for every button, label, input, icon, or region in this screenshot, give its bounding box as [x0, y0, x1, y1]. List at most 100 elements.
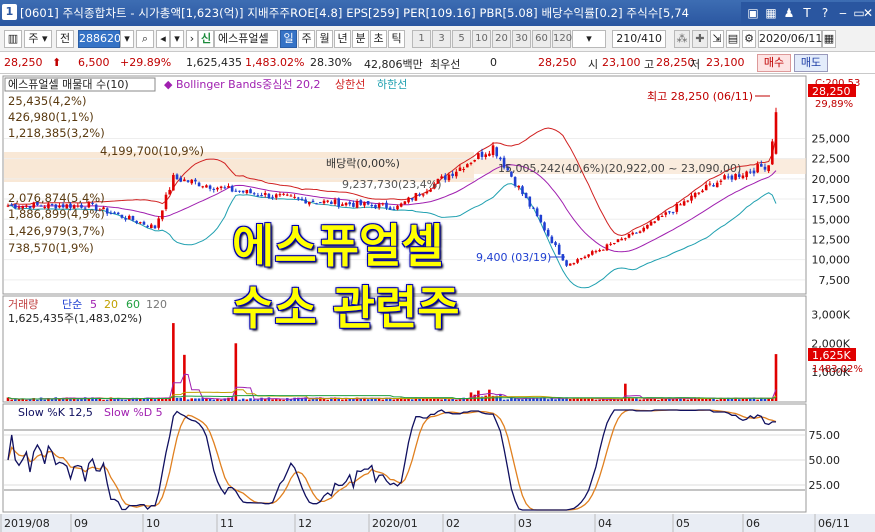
candle-body [113, 212, 116, 214]
candle-body [572, 263, 576, 265]
volume-ma-60: 60 [126, 298, 140, 311]
volume-bar [205, 398, 208, 401]
candle-body [627, 233, 631, 238]
candle-body [532, 207, 535, 209]
interval-button-5[interactable]: 5 [452, 30, 471, 48]
arrow-icon[interactable]: › [186, 30, 198, 48]
candle-body [212, 188, 216, 190]
interval-button-1[interactable]: 1 [412, 30, 431, 48]
candle-body [583, 256, 587, 259]
period-tab-2[interactable]: 월 [316, 30, 333, 48]
mid-overlap-annotation: 9,237,730(23,4%) [342, 178, 442, 191]
interval-button-3[interactable]: 3 [432, 30, 451, 48]
x-tick-label: 2020/01 [372, 517, 418, 530]
volume-bar [664, 398, 668, 401]
dropdown-icon[interactable]: ▾ [170, 30, 184, 48]
volume-bar [366, 399, 370, 401]
candle-body [216, 187, 219, 190]
candle-body [642, 227, 646, 232]
candle-body [241, 190, 245, 193]
candle-body [455, 171, 458, 177]
candle-body [109, 212, 113, 214]
link-icon[interactable]: ▣ [745, 5, 761, 21]
period-tab-6[interactable]: 틱 [388, 30, 405, 48]
volume-bar [326, 399, 329, 401]
candle-body [322, 200, 326, 204]
candle-body [194, 179, 197, 182]
interval-dropdown[interactable]: ▾ [572, 30, 606, 48]
volume-bar [521, 399, 524, 401]
interval-button-120[interactable]: 120 [552, 30, 572, 48]
volume-bar [458, 399, 462, 401]
period-tab-0[interactable]: 일 [280, 30, 297, 48]
volume-bar [568, 398, 572, 401]
candle-body [601, 249, 605, 251]
candle-body [333, 199, 337, 204]
calendar-icon[interactable]: ▦ [822, 30, 836, 48]
sell-button[interactable]: 매도 [794, 54, 828, 72]
volume-ma-5: 5 [90, 298, 97, 311]
code-dropdown-icon[interactable]: ▾ [120, 30, 134, 48]
interval-button-30[interactable]: 30 [512, 30, 531, 48]
volume-bar [737, 399, 741, 401]
grid-tool-icon[interactable]: ⁂ [674, 30, 690, 48]
person-icon[interactable]: ♟ [781, 5, 797, 21]
candle-body [127, 215, 131, 220]
plus-icon[interactable]: ✚ [692, 30, 708, 48]
stock-name-field[interactable]: 에스퓨얼셀 [214, 30, 278, 48]
volume-bar [256, 399, 260, 401]
volume-bar [153, 399, 157, 401]
prev-button[interactable]: 전 [56, 30, 74, 48]
interval-button-10[interactable]: 10 [472, 30, 491, 48]
volume-bar [502, 399, 506, 401]
volume-bar [219, 399, 223, 401]
volume-bar [631, 398, 634, 401]
price-tick-label: 25,000 [812, 132, 851, 145]
candle-body [344, 202, 348, 206]
volume-bar [105, 399, 109, 401]
expand-icon[interactable]: ⇲ [710, 30, 724, 48]
date-field[interactable]: 2020/06/11 [758, 30, 822, 48]
help-icon[interactable]: ? [817, 5, 833, 21]
open-price: 23,100 [602, 56, 641, 69]
candle-body [168, 189, 171, 195]
volume-bar [587, 398, 590, 401]
x-tick-label: 12 [298, 517, 312, 530]
low-price: 23,100 [706, 56, 745, 69]
profile-label: 1,886,899(4,9%) [8, 207, 105, 221]
overlay-title: 에스퓨얼셀 [232, 219, 444, 273]
volume-bar [194, 398, 197, 401]
candle-body [285, 194, 289, 196]
minimize-icon[interactable]: ‒ [835, 5, 851, 21]
candle-body [693, 192, 697, 198]
candle-body [590, 251, 594, 255]
new-badge[interactable]: 신 [198, 30, 214, 48]
search-icon[interactable]: ⌕ [136, 30, 154, 48]
candle-body [587, 254, 590, 257]
candle-body [355, 200, 359, 208]
grid-icon[interactable]: ▦ [763, 5, 779, 21]
period-tab-1[interactable]: 주 [298, 30, 315, 48]
market-select[interactable]: 주 ▾ [24, 30, 52, 48]
code-input[interactable]: 288620 [78, 30, 121, 48]
gear-icon[interactable]: ⚙ [742, 30, 756, 48]
interval-button-60[interactable]: 60 [532, 30, 551, 48]
candle-body [278, 194, 282, 196]
page-count-field[interactable]: 210/410 [612, 30, 666, 48]
volume-bar [234, 343, 238, 401]
candle-body [410, 198, 414, 200]
period-tab-4[interactable]: 분 [352, 30, 369, 48]
volume-bar [715, 399, 719, 401]
text-icon[interactable]: T [799, 5, 815, 21]
candle-body [690, 195, 693, 201]
period-tab-5[interactable]: 초 [370, 30, 387, 48]
save-icon[interactable]: ▤ [726, 30, 740, 48]
candle-body [719, 180, 723, 182]
period-tab-3[interactable]: 년 [334, 30, 351, 48]
close-icon[interactable]: ✕ [861, 5, 875, 21]
sound-icon[interactable]: ◂ [156, 30, 170, 48]
candle-body [289, 195, 293, 197]
interval-button-20[interactable]: 20 [492, 30, 511, 48]
chart-type-icon[interactable]: ▥ [4, 30, 22, 48]
buy-button[interactable]: 매수 [757, 54, 791, 72]
